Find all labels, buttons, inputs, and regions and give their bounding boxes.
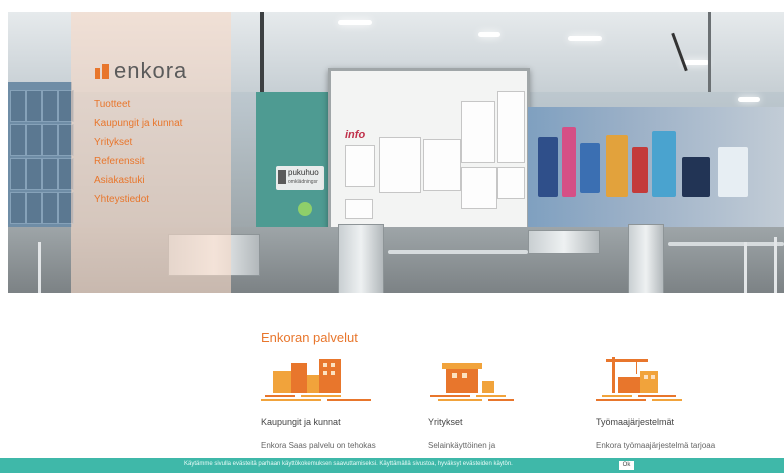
nav-item-referenssit[interactable]: Referenssit [94,152,182,171]
nav-item-yritykset[interactable]: Yritykset [94,133,182,152]
nav-item-asiakastuki[interactable]: Asiakastuki [94,171,182,190]
nav-item-kaupungit-ja-kunnat[interactable]: Kaupungit ja kunnat [94,114,182,133]
gate-rail [388,250,528,254]
city-buildings-icon [261,357,371,401]
ceiling-light [568,36,602,41]
ceiling-light [683,60,709,65]
service-card-companies[interactable]: Yritykset Selainkäyttöinen ja [428,357,588,452]
services-title: Enkoran palvelut [261,330,358,345]
ceiling-light [338,20,372,25]
ceiling-light [738,97,760,102]
main-nav: Tuotteet Kaupungit ja kunnat Yritykset R… [94,95,182,209]
service-card-cities[interactable]: Kaupungit ja kunnat Enkora Saas palvelu … [261,357,421,452]
nav-item-yhteystiedot[interactable]: Yhteystiedot [94,190,182,209]
turnstile-gate [628,224,664,293]
rail-post [38,242,41,293]
construction-crane-icon [596,357,706,401]
service-description: Enkora työmaajärjestelmä tarjoaa [596,441,716,450]
service-description: Enkora Saas palvelu on tehokas [261,441,376,450]
logo-text: enkora [114,58,188,83]
rail-post [774,237,777,293]
service-title: Kaupungit ja kunnat [261,417,341,427]
company-building-icon [428,357,538,401]
sign-subtext: omklädningsr [288,179,318,185]
nav-item-tuotteet[interactable]: Tuotteet [94,95,182,114]
rail-post [744,242,747,293]
turnstile-gate [338,224,384,293]
turnstile-gate [528,230,600,254]
enkora-logo[interactable]: enkora [95,58,187,84]
cookie-text: Käytämme sivulla evästeitä parhaan käytt… [184,461,513,467]
info-whiteboard: info [328,68,530,242]
logo-mark-icon [95,63,109,79]
shop-display [528,107,784,237]
service-description: Selainkäyttöinen ja [428,441,496,450]
green-wall: pukuhuo omklädningsr [256,92,331,242]
sign-text: pukuhuo [288,168,319,177]
green-dot [298,202,312,216]
service-title: Yritykset [428,417,463,427]
ceiling-light [478,32,500,37]
cookie-bar: Käytämme sivulla evästeitä parhaan käytt… [0,458,784,473]
service-card-construction[interactable]: Työmaajärjestelmät Enkora työmaajärjeste… [596,357,756,452]
cookie-ok-button[interactable]: Ok [619,461,634,470]
service-title: Työmaajärjestelmät [596,417,675,427]
gate-rail [668,242,784,246]
board-title: info [345,129,366,141]
changing-room-sign: pukuhuo omklädningsr [276,166,324,190]
pillar [708,12,711,92]
